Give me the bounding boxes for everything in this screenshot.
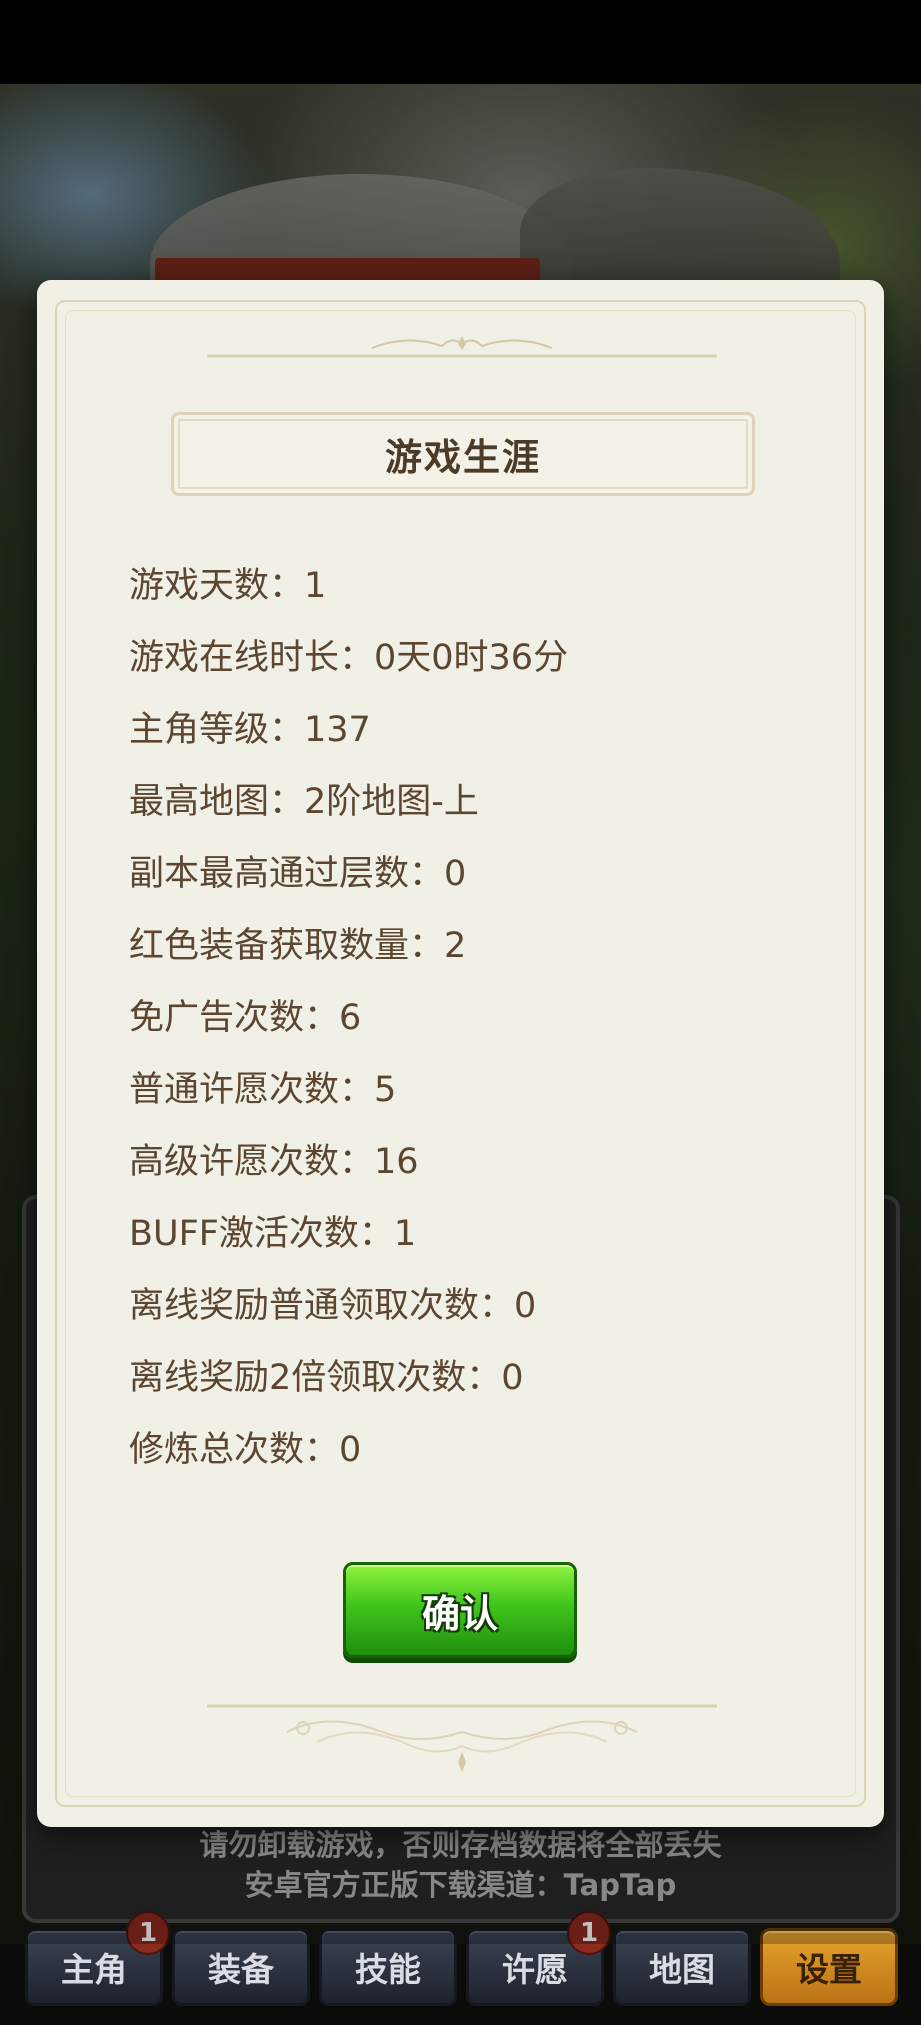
stat-hero-level: 主角等级：137 bbox=[129, 710, 371, 750]
top-ornament-icon bbox=[207, 336, 717, 358]
stat-offline-double-claims: 离线奖励2倍领取次数：0 bbox=[129, 1358, 524, 1398]
tab-wish-label: 许愿 bbox=[502, 1950, 568, 1989]
stat-dungeon-floor: 副本最高通过层数：0 bbox=[129, 854, 467, 894]
tab-skills-label: 技能 bbox=[355, 1950, 421, 1989]
bottom-ornament-icon bbox=[207, 1704, 717, 1772]
stats-list: 游戏天数：1 游戏在线时长：0天0时36分 主角等级：137 最高地图：2阶地图… bbox=[129, 550, 568, 1486]
dialog-title: 游戏生涯 bbox=[385, 436, 541, 479]
career-stats-dialog: 游戏生涯 游戏天数：1 游戏在线时长：0天0时36分 主角等级：137 最高地图… bbox=[37, 280, 884, 1827]
stat-ad-free-count: 免广告次数：6 bbox=[129, 998, 362, 1038]
stat-cultivation-total: 修炼总次数：0 bbox=[129, 1430, 362, 1470]
stat-game-days: 游戏天数：1 bbox=[129, 566, 327, 606]
confirm-label: 确认 bbox=[421, 1591, 498, 1636]
tab-settings-label: 设置 bbox=[796, 1950, 862, 1989]
stat-buff-activations: BUFF激活次数：1 bbox=[129, 1214, 417, 1254]
status-bar bbox=[0, 0, 921, 84]
tab-hero-label: 主角 bbox=[61, 1950, 127, 1989]
stat-offline-normal-claims: 离线奖励普通领取次数：0 bbox=[129, 1286, 537, 1326]
tab-map-label: 地图 bbox=[649, 1950, 715, 1989]
stat-red-equipment: 红色装备获取数量：2 bbox=[129, 926, 467, 966]
stat-normal-wish: 普通许愿次数：5 bbox=[129, 1070, 397, 1110]
stat-online-time: 游戏在线时长：0天0时36分 bbox=[129, 638, 569, 678]
stat-highest-map: 最高地图：2阶地图-上 bbox=[129, 782, 479, 822]
title-plate: 游戏生涯 bbox=[171, 412, 755, 496]
tab-equipment-label: 装备 bbox=[208, 1950, 274, 1989]
confirm-button[interactable]: 确认 bbox=[343, 1562, 577, 1658]
stat-advanced-wish: 高级许愿次数：16 bbox=[129, 1142, 419, 1182]
